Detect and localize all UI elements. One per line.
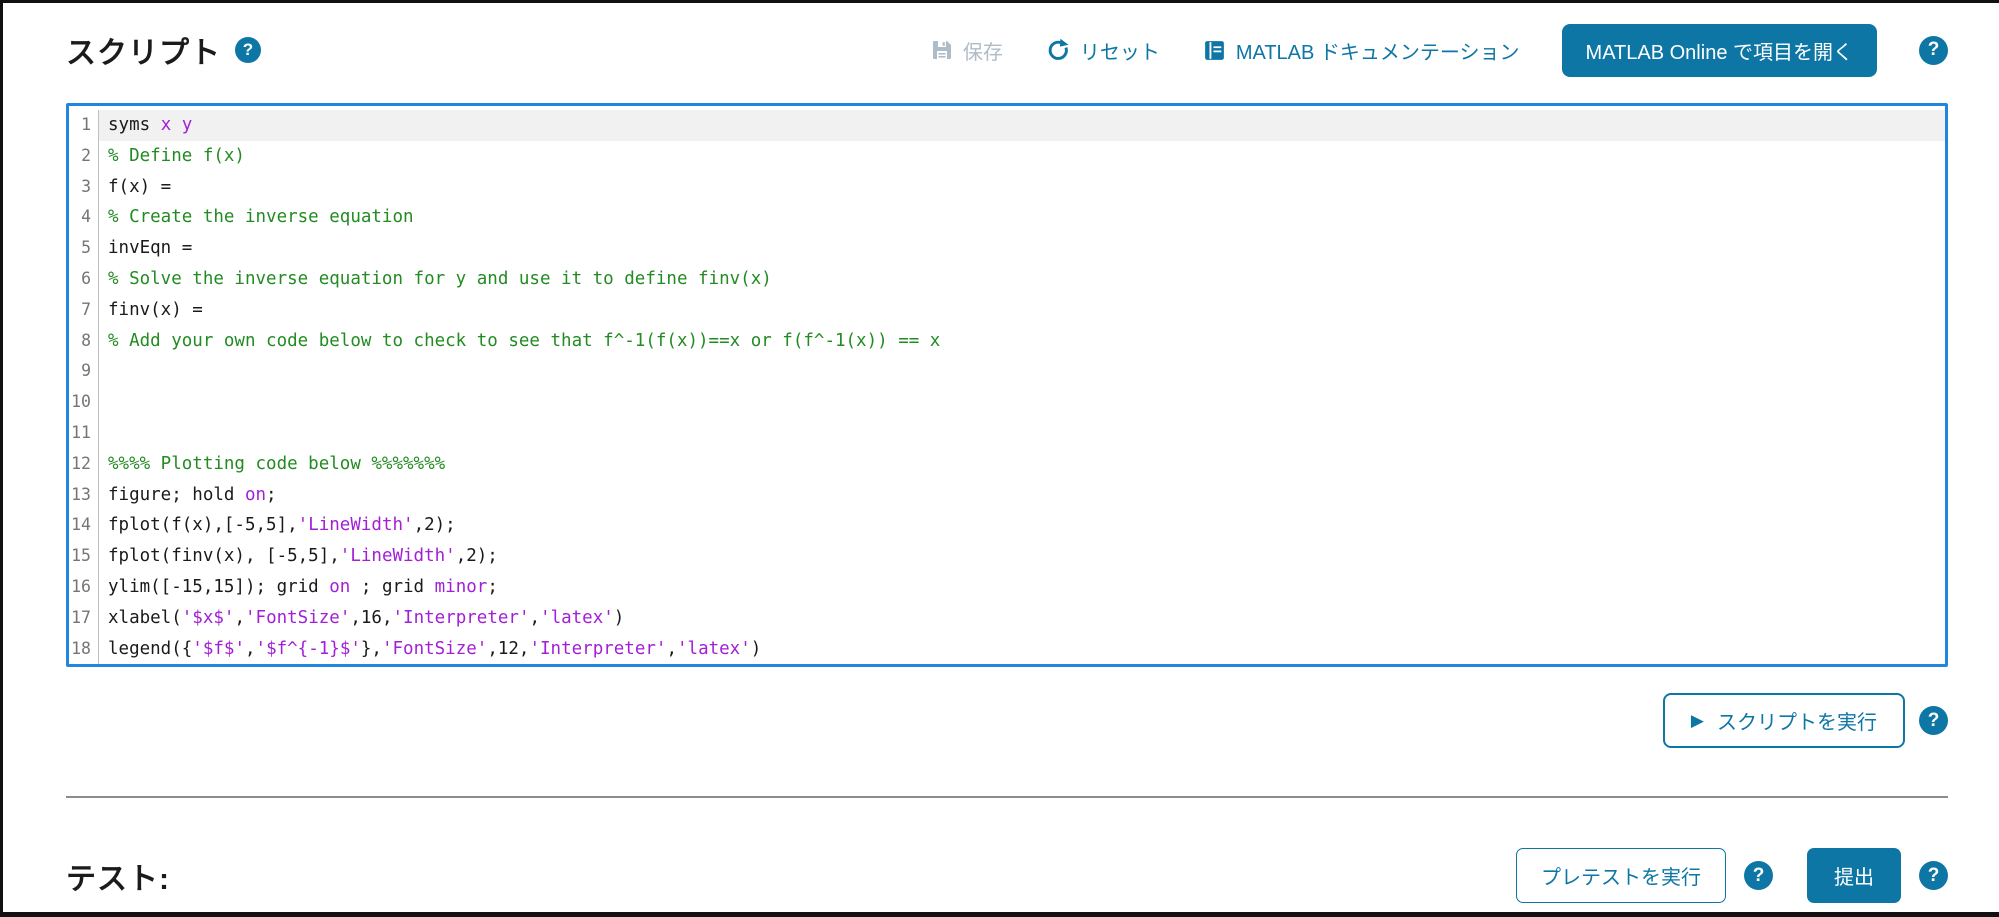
run-pretest-button[interactable]: プレテストを実行 xyxy=(1516,848,1726,903)
line-number: 4 xyxy=(69,202,99,233)
code-line-8[interactable]: 8% Add your own code below to check to s… xyxy=(69,326,1945,357)
code-text: %%%% Plotting code below %%%%%%% xyxy=(99,449,1945,480)
line-number: 1 xyxy=(69,110,99,141)
header-bar: スクリプト ? 保存 xyxy=(66,3,1948,75)
save-label: 保存 xyxy=(963,36,1003,65)
line-number: 15 xyxy=(69,541,99,572)
line-number: 17 xyxy=(69,603,99,634)
line-number: 3 xyxy=(69,172,99,203)
line-number: 11 xyxy=(69,418,99,449)
code-line-16[interactable]: 16ylim([-15,15]); grid on ; grid minor; xyxy=(69,572,1945,603)
code-editor[interactable]: 1syms x y2% Define f(x)3f(x) =4% Create … xyxy=(66,103,1948,667)
toolbar: 保存 リセット xyxy=(930,24,1948,77)
open-online-help-icon[interactable]: ? xyxy=(1919,36,1948,65)
code-line-7[interactable]: 7finv(x) = xyxy=(69,295,1945,326)
code-line-1[interactable]: 1syms x y xyxy=(69,110,1945,141)
code-text: xlabel('$x$','FontSize',16,'Interpreter'… xyxy=(99,603,1945,634)
line-number: 14 xyxy=(69,510,99,541)
script-help-icon[interactable]: ? xyxy=(235,37,261,63)
code-line-3[interactable]: 3f(x) = xyxy=(69,172,1945,203)
run-script-help-icon[interactable]: ? xyxy=(1919,706,1948,735)
code-line-4[interactable]: 4% Create the inverse equation xyxy=(69,202,1945,233)
tests-section: テスト: プレテストを実行 ? 提出 ? xyxy=(66,848,1948,903)
code-line-12[interactable]: 12%%%% Plotting code below %%%%%%% xyxy=(69,449,1945,480)
tests-buttons: プレテストを実行 ? 提出 ? xyxy=(1516,848,1948,903)
run-script-button[interactable]: ▶ スクリプトを実行 xyxy=(1663,693,1905,748)
code-text: figure; hold on; xyxy=(99,480,1945,511)
docs-label: MATLAB ドキュメンテーション xyxy=(1236,36,1520,65)
line-number: 12 xyxy=(69,449,99,480)
submit-help-icon[interactable]: ? xyxy=(1919,861,1948,890)
code-line-2[interactable]: 2% Define f(x) xyxy=(69,141,1945,172)
code-text: invEqn = xyxy=(99,233,1945,264)
code-line-13[interactable]: 13figure; hold on; xyxy=(69,480,1945,511)
code-text: % Add your own code below to check to se… xyxy=(99,326,1945,357)
submit-button[interactable]: 提出 xyxy=(1807,848,1901,903)
matlab-documentation-link[interactable]: MATLAB ドキュメンテーション xyxy=(1202,36,1520,65)
code-line-5[interactable]: 5invEqn = xyxy=(69,233,1945,264)
code-text: legend({'$f$','$f^{-1}$'},'FontSize',12,… xyxy=(99,634,1945,665)
floppy-disk-icon xyxy=(930,38,954,62)
code-line-14[interactable]: 14fplot(f(x),[-5,5],'LineWidth',2); xyxy=(69,510,1945,541)
code-line-6[interactable]: 6% Solve the inverse equation for y and … xyxy=(69,264,1945,295)
code-text: finv(x) = xyxy=(99,295,1945,326)
section-divider xyxy=(66,796,1948,798)
line-number: 5 xyxy=(69,233,99,264)
code-text: f(x) = xyxy=(99,172,1945,203)
line-number: 16 xyxy=(69,572,99,603)
run-script-row: ▶ スクリプトを実行 ? xyxy=(66,693,1948,748)
code-text: % Define f(x) xyxy=(99,141,1945,172)
code-lines: 1syms x y2% Define f(x)3f(x) =4% Create … xyxy=(69,110,1945,664)
code-text xyxy=(99,356,1945,387)
code-line-15[interactable]: 15fplot(finv(x), [-5,5],'LineWidth',2); xyxy=(69,541,1945,572)
save-button: 保存 xyxy=(930,36,1003,65)
code-text: fplot(f(x),[-5,5],'LineWidth',2); xyxy=(99,510,1945,541)
line-number: 10 xyxy=(69,387,99,418)
code-line-10[interactable]: 10 xyxy=(69,387,1945,418)
line-number: 2 xyxy=(69,141,99,172)
code-line-9[interactable]: 9 xyxy=(69,356,1945,387)
line-number: 6 xyxy=(69,264,99,295)
matlab-grader-script-panel: スクリプト ? 保存 xyxy=(0,0,1999,917)
book-icon xyxy=(1202,38,1227,63)
code-text xyxy=(99,418,1945,449)
line-number: 7 xyxy=(69,295,99,326)
line-number: 18 xyxy=(69,634,99,665)
open-matlab-online-button[interactable]: MATLAB Online で項目を開く xyxy=(1562,24,1877,77)
code-text: ylim([-15,15]); grid on ; grid minor; xyxy=(99,572,1945,603)
code-text xyxy=(99,387,1945,418)
code-text: syms x y xyxy=(99,110,1945,141)
line-number: 8 xyxy=(69,326,99,357)
circular-arrow-icon xyxy=(1045,37,1071,63)
code-text: fplot(finv(x), [-5,5],'LineWidth',2); xyxy=(99,541,1945,572)
code-line-18[interactable]: 18legend({'$f$','$f^{-1}$'},'FontSize',1… xyxy=(69,634,1945,665)
line-number: 9 xyxy=(69,356,99,387)
reset-button[interactable]: リセット xyxy=(1045,36,1160,65)
line-number: 13 xyxy=(69,480,99,511)
tests-heading: テスト: xyxy=(66,854,170,898)
run-script-label: スクリプトを実行 xyxy=(1717,706,1877,735)
code-text: % Solve the inverse equation for y and u… xyxy=(99,264,1945,295)
code-line-17[interactable]: 17xlabel('$x$','FontSize',16,'Interprete… xyxy=(69,603,1945,634)
code-line-11[interactable]: 11 xyxy=(69,418,1945,449)
play-icon: ▶ xyxy=(1691,712,1704,729)
reset-label: リセット xyxy=(1080,36,1160,65)
page-title: スクリプト xyxy=(66,28,221,72)
code-text: % Create the inverse equation xyxy=(99,202,1945,233)
pretest-help-icon[interactable]: ? xyxy=(1744,861,1773,890)
